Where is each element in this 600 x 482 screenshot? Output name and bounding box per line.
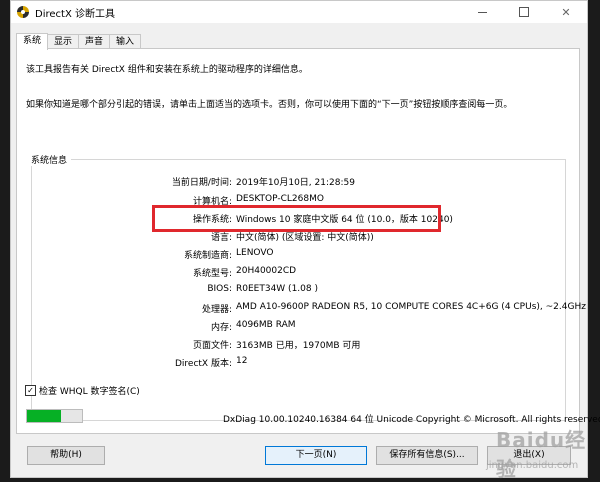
minimize-icon[interactable] <box>461 1 503 23</box>
row-value: 2019年10月10日, 21:28:59 <box>236 178 355 188</box>
close-icon[interactable]: ✕ <box>545 1 587 23</box>
row-value: AMD A10-9600P RADEON R5, 10 COMPUTE CORE… <box>236 302 586 312</box>
watermark-logo: Baidu经验 <box>496 428 587 481</box>
tab-sound[interactable]: 声音 <box>78 34 111 49</box>
row-label: 当前日期/时间: <box>171 178 232 188</box>
row-value: 20H40002CD <box>236 266 297 276</box>
title-bar[interactable]: DirectX 诊断工具 ✕ <box>11 1 587 24</box>
row-label: 页面文件: <box>192 341 232 351</box>
row-value: 3163MB 已用，1970MB 可用 <box>236 341 361 351</box>
row-datetime: 当前日期/时间: <box>0 175 232 188</box>
row-value: 12 <box>236 356 248 366</box>
directx-icon <box>17 6 29 18</box>
window-title: DirectX 诊断工具 <box>35 8 115 20</box>
help-button[interactable]: 帮助(H) <box>27 446 105 465</box>
system-info-title: 系统信息 <box>27 153 72 166</box>
progress-bar <box>26 409 83 423</box>
whql-label: 检查 WHQL 数字签名(C) <box>39 387 140 397</box>
tab-input[interactable]: 输入 <box>109 34 142 49</box>
maximize-icon[interactable] <box>503 1 545 23</box>
row-model: 系统型号: <box>0 266 232 279</box>
row-directx-version: DirectX 版本: <box>0 356 232 369</box>
save-all-info-button[interactable]: 保存所有信息(S)... <box>376 446 478 465</box>
whql-checkbox[interactable]: ✓ <box>25 385 36 396</box>
row-label: 内存: <box>210 323 232 333</box>
next-page-button[interactable]: 下一页(N) <box>265 446 367 465</box>
progress-fill <box>27 410 62 422</box>
intro-line-1: 该工具报告有关 DirectX 组件和安装在系统上的驱动程序的详细信息。 <box>26 65 308 75</box>
row-value: R0EET34W (1.08 ) <box>236 284 318 294</box>
row-label: 系统型号: <box>192 269 232 279</box>
row-label: 处理器: <box>201 305 232 315</box>
row-memory: 内存: <box>0 320 232 333</box>
row-value: LENOVO <box>236 248 274 258</box>
tab-system[interactable]: 系统 <box>16 33 49 50</box>
watermark-url: jingyan.baidu.com <box>486 460 579 471</box>
tab-display[interactable]: 显示 <box>47 34 80 49</box>
tab-strip: 系统 显示 声音 输入 <box>16 33 142 50</box>
row-processor: 处理器: <box>0 302 232 315</box>
row-bios: BIOS: <box>0 284 232 296</box>
row-value: 4096MB RAM <box>236 320 296 330</box>
row-value: DESKTOP-CL268MO <box>236 194 324 204</box>
os-highlight-box <box>152 205 441 232</box>
row-manufacturer: 系统制造商: <box>0 248 232 261</box>
row-label: DirectX 版本: <box>174 359 232 369</box>
row-label: BIOS: <box>207 284 232 294</box>
row-pagefile: 页面文件: <box>0 338 232 351</box>
intro-line-2: 如果你知道是哪个部分引起的错误，请单击上面适当的选项卡。否则，你可以使用下面的“… <box>26 100 513 110</box>
whql-checkbox-row[interactable]: ✓ 检查 WHQL 数字签名(C) <box>25 384 140 397</box>
row-label: 系统制造商: <box>183 251 232 261</box>
